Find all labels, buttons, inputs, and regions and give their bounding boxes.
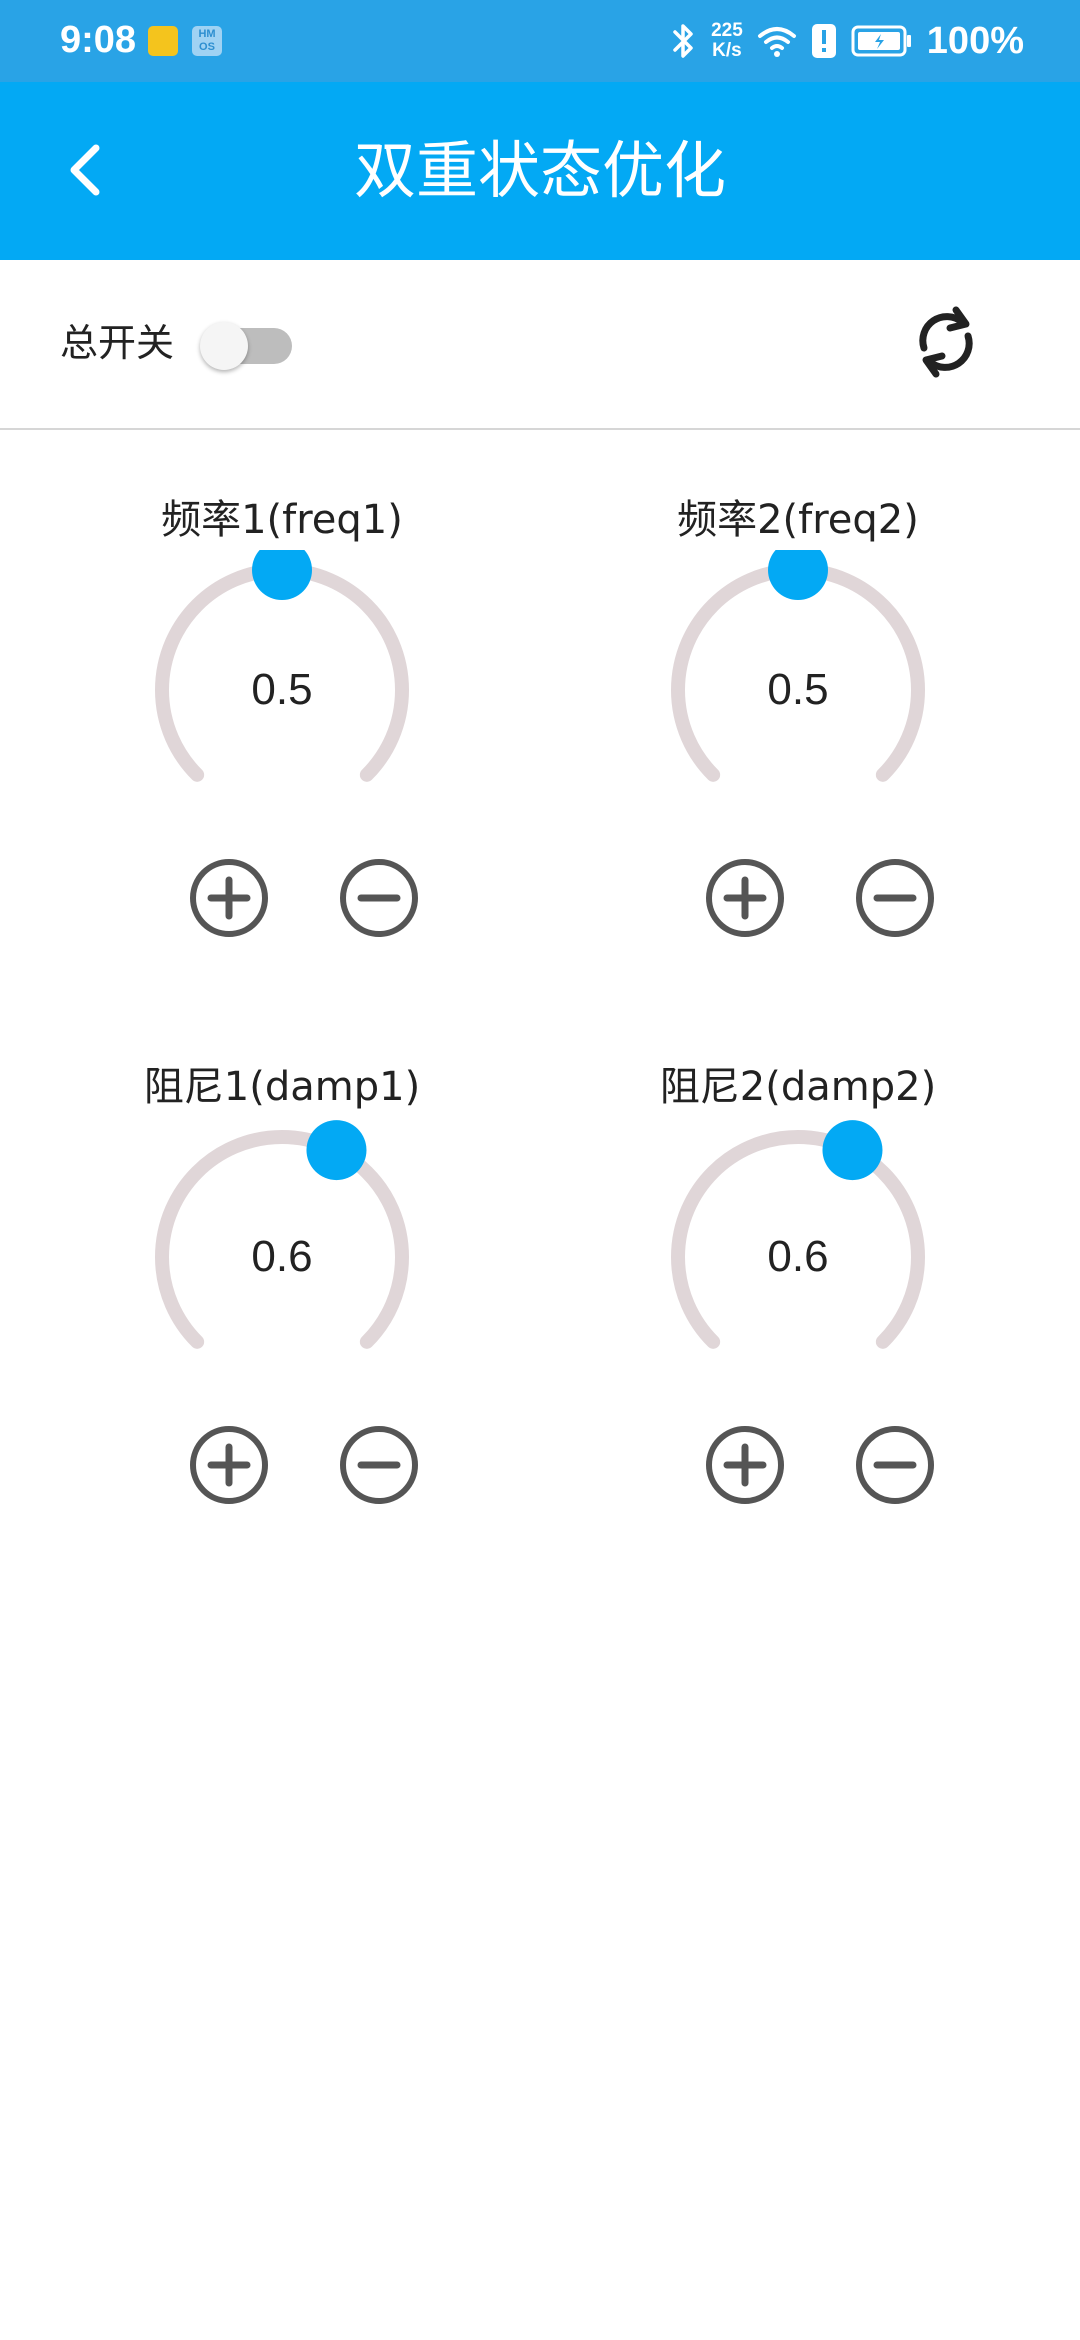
knob-value: 0.6 bbox=[251, 1232, 313, 1281]
minus-circle-icon bbox=[856, 1426, 934, 1504]
plus-circle-icon bbox=[706, 1426, 784, 1504]
increase-button[interactable] bbox=[705, 858, 785, 938]
knob-label: 阻尼2(damp2) bbox=[659, 1064, 937, 1110]
plus-circle-icon bbox=[706, 859, 784, 937]
network-speed-value: 225 bbox=[711, 20, 743, 41]
hm-os-icon: HM OS bbox=[192, 26, 222, 56]
chevron-left-icon bbox=[70, 144, 100, 196]
battery-percent: 100% bbox=[926, 19, 1024, 62]
minus-circle-icon bbox=[856, 859, 934, 937]
knob-label: 频率2(freq2) bbox=[677, 497, 919, 543]
page-title: 双重状态优化 bbox=[353, 134, 726, 207]
knob-label: 阻尼1(damp1) bbox=[143, 1064, 421, 1110]
network-speed-unit: K/s bbox=[712, 40, 742, 61]
divider bbox=[0, 428, 1080, 430]
plus-circle-icon bbox=[190, 859, 268, 937]
minus-circle-icon bbox=[340, 1426, 418, 1504]
increase-button[interactable] bbox=[705, 1425, 785, 1505]
decrease-button[interactable] bbox=[339, 1425, 419, 1505]
status-indicators: 225 K/s 100% bbox=[671, 14, 1024, 68]
knob-freq1: 频率1(freq1) 0.5 bbox=[82, 490, 482, 960]
increase-button[interactable] bbox=[189, 858, 269, 938]
master-switch-label: 总开关 bbox=[60, 321, 175, 365]
alert-icon bbox=[811, 24, 836, 58]
network-speed: 225 K/s bbox=[711, 21, 743, 61]
plus-circle-icon bbox=[190, 1426, 268, 1504]
status-bar: 9:08 HM OS 225 K/s 100% bbox=[0, 0, 1080, 82]
decrease-button[interactable] bbox=[855, 858, 935, 938]
wifi-icon bbox=[757, 27, 796, 57]
refresh-icon bbox=[919, 306, 973, 378]
master-switch[interactable] bbox=[200, 322, 292, 370]
decrease-button[interactable] bbox=[855, 1425, 935, 1505]
bluetooth-icon bbox=[673, 24, 693, 58]
increase-button[interactable] bbox=[189, 1425, 269, 1505]
master-switch-row: 总开关 bbox=[0, 260, 1080, 428]
app-notification-icon bbox=[148, 26, 178, 56]
back-button[interactable] bbox=[50, 130, 130, 210]
knob-value: 0.5 bbox=[767, 665, 829, 714]
knob-damp2: 阻尼2(damp2) 0.6 bbox=[598, 1057, 998, 1527]
knob-damp1: 阻尼1(damp1) 0.6 bbox=[82, 1057, 482, 1527]
knob-freq2: 频率2(freq2) 0.5 bbox=[598, 490, 998, 960]
status-time: 9:08 bbox=[60, 19, 137, 61]
minus-circle-icon bbox=[340, 859, 418, 937]
knob-label: 频率1(freq1) bbox=[161, 497, 403, 543]
knob-value: 0.5 bbox=[251, 665, 313, 714]
switch-thumb bbox=[200, 322, 248, 370]
battery-icon bbox=[851, 25, 911, 57]
refresh-button[interactable] bbox=[906, 302, 986, 382]
app-bar: 双重状态优化 bbox=[0, 82, 1080, 260]
decrease-button[interactable] bbox=[339, 858, 419, 938]
knob-value: 0.6 bbox=[767, 1232, 829, 1281]
